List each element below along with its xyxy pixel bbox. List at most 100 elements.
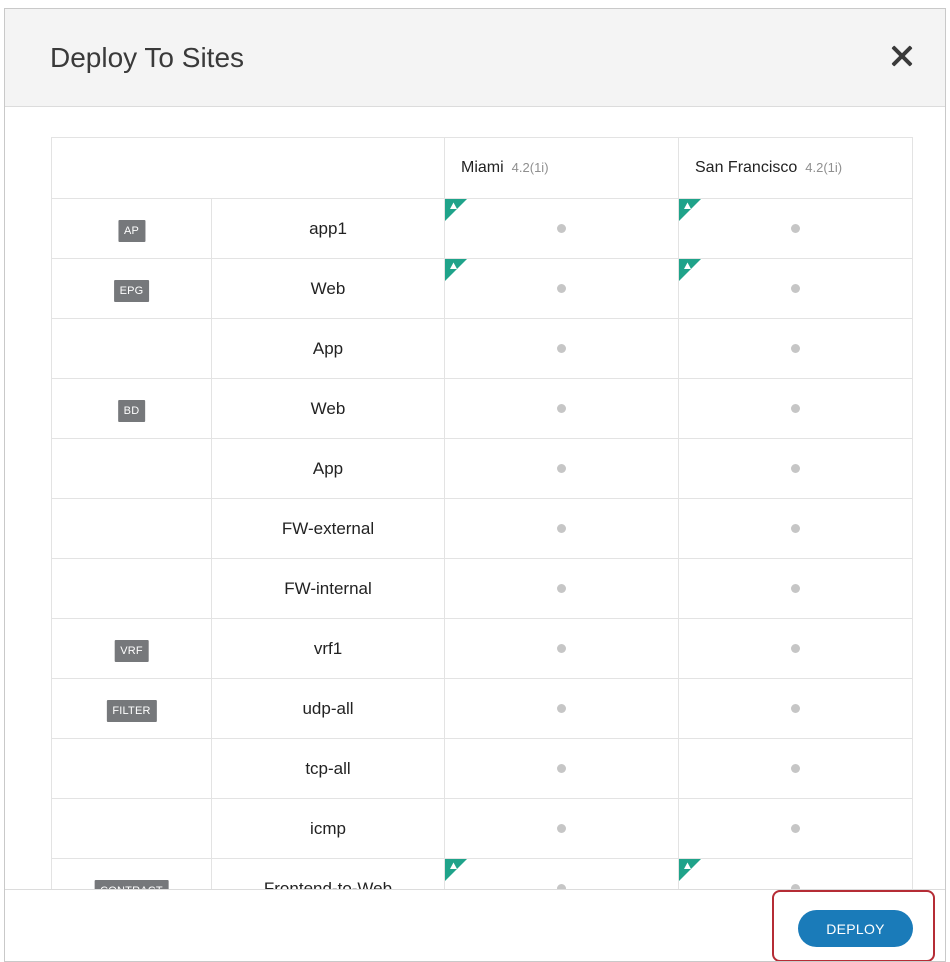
object-type-badge: FILTER (106, 700, 157, 722)
object-type-cell (51, 798, 212, 859)
status-dot-icon (557, 643, 566, 653)
object-name: App (211, 438, 445, 499)
object-type-badge: VRF (114, 640, 149, 662)
site-status-cell[interactable] (444, 378, 679, 439)
modal-title: Deploy To Sites (50, 42, 245, 73)
site-header-san-francisco: San Francisco 4.2(1i) (678, 137, 913, 199)
site-status-cell[interactable] (444, 618, 679, 679)
site-version: 4.2(1i) (805, 160, 843, 175)
status-dot-icon (557, 703, 566, 713)
table-row: AP app1 (51, 198, 913, 259)
table-row: App (51, 318, 913, 379)
site-status-cell[interactable] (678, 498, 913, 559)
table-row: FILTER udp-all (51, 678, 913, 739)
object-name: FW-internal (211, 558, 445, 619)
object-type-cell: EPG (51, 258, 212, 319)
object-type-badge: BD (117, 400, 146, 422)
object-name: FW-external (211, 498, 445, 559)
status-dot-icon (557, 223, 566, 233)
site-status-cell[interactable] (678, 558, 913, 619)
table-row: EPG Web (51, 258, 913, 319)
change-flag-icon (445, 859, 467, 881)
object-type-badge: AP (117, 220, 146, 242)
table-row: App (51, 438, 913, 499)
table-row: icmp (51, 798, 913, 859)
object-type-cell (51, 438, 212, 499)
change-flag-icon (679, 259, 701, 281)
object-name: Web (211, 378, 445, 439)
site-status-cell[interactable] (678, 258, 913, 319)
modal-footer: DEPLOY (5, 889, 945, 961)
change-flag-icon (679, 199, 701, 221)
object-name: tcp-all (211, 738, 445, 799)
status-dot-icon (791, 403, 800, 413)
status-dot-icon (791, 823, 800, 833)
object-type-cell (51, 318, 212, 379)
site-version: 4.2(1i) (511, 160, 549, 175)
site-status-cell[interactable] (444, 678, 679, 739)
status-dot-icon (791, 583, 800, 593)
deploy-table: Miami 4.2(1i) San Francisco 4.2(1i) AP app1… (51, 137, 913, 889)
object-type-cell (51, 498, 212, 559)
deploy-button[interactable]: DEPLOY (798, 910, 913, 947)
status-dot-icon (791, 763, 800, 773)
object-name: icmp (211, 798, 445, 859)
site-status-cell[interactable] (444, 318, 679, 379)
site-name: Miami (461, 159, 504, 176)
modal-body[interactable]: Miami 4.2(1i) San Francisco 4.2(1i) AP app1… (5, 107, 945, 889)
object-type-cell (51, 738, 212, 799)
table-row: VRF vrf1 (51, 618, 913, 679)
header-object-column (51, 137, 445, 199)
status-dot-icon (557, 283, 566, 293)
site-status-cell[interactable] (678, 438, 913, 499)
close-icon[interactable] (889, 43, 915, 69)
status-dot-icon (557, 763, 566, 773)
status-dot-icon (791, 643, 800, 653)
object-name: App (211, 318, 445, 379)
site-status-cell[interactable] (444, 258, 679, 319)
site-status-cell[interactable] (678, 678, 913, 739)
change-flag-icon (445, 199, 467, 221)
table-row: BD Web (51, 378, 913, 439)
object-name: vrf1 (211, 618, 445, 679)
site-status-cell[interactable] (444, 498, 679, 559)
change-flag-icon (445, 259, 467, 281)
object-name: Frontend-to-Web (211, 858, 445, 889)
table-header-row: Miami 4.2(1i) San Francisco 4.2(1i) (51, 137, 913, 199)
table-row: CONTRACT Frontend-to-Web (51, 858, 913, 889)
site-status-cell[interactable] (444, 798, 679, 859)
change-flag-icon (679, 859, 701, 881)
table-row: FW-external (51, 498, 913, 559)
status-dot-icon (791, 523, 800, 533)
site-status-cell[interactable] (678, 378, 913, 439)
site-status-cell[interactable] (444, 738, 679, 799)
status-dot-icon (557, 823, 566, 833)
status-dot-icon (557, 463, 566, 473)
site-status-cell[interactable] (678, 198, 913, 259)
site-status-cell[interactable] (444, 558, 679, 619)
object-type-cell: VRF (51, 618, 212, 679)
status-dot-icon (791, 343, 800, 353)
site-status-cell[interactable] (444, 198, 679, 259)
status-dot-icon (557, 343, 566, 353)
status-dot-icon (791, 283, 800, 293)
site-status-cell[interactable] (678, 798, 913, 859)
object-type-cell: AP (51, 198, 212, 259)
site-status-cell[interactable] (444, 858, 679, 889)
site-status-cell[interactable] (678, 318, 913, 379)
site-header-miami: Miami 4.2(1i) (444, 137, 679, 199)
site-status-cell[interactable] (678, 618, 913, 679)
object-type-badge: CONTRACT (94, 880, 169, 889)
object-type-cell: FILTER (51, 678, 212, 739)
status-dot-icon (557, 403, 566, 413)
object-name: udp-all (211, 678, 445, 739)
object-type-cell: CONTRACT (51, 858, 212, 889)
site-status-cell[interactable] (678, 738, 913, 799)
object-type-badge: EPG (113, 280, 150, 302)
object-name: app1 (211, 198, 445, 259)
site-status-cell[interactable] (678, 858, 913, 889)
status-dot-icon (557, 523, 566, 533)
status-dot-icon (791, 463, 800, 473)
site-status-cell[interactable] (444, 438, 679, 499)
table-row: FW-internal (51, 558, 913, 619)
